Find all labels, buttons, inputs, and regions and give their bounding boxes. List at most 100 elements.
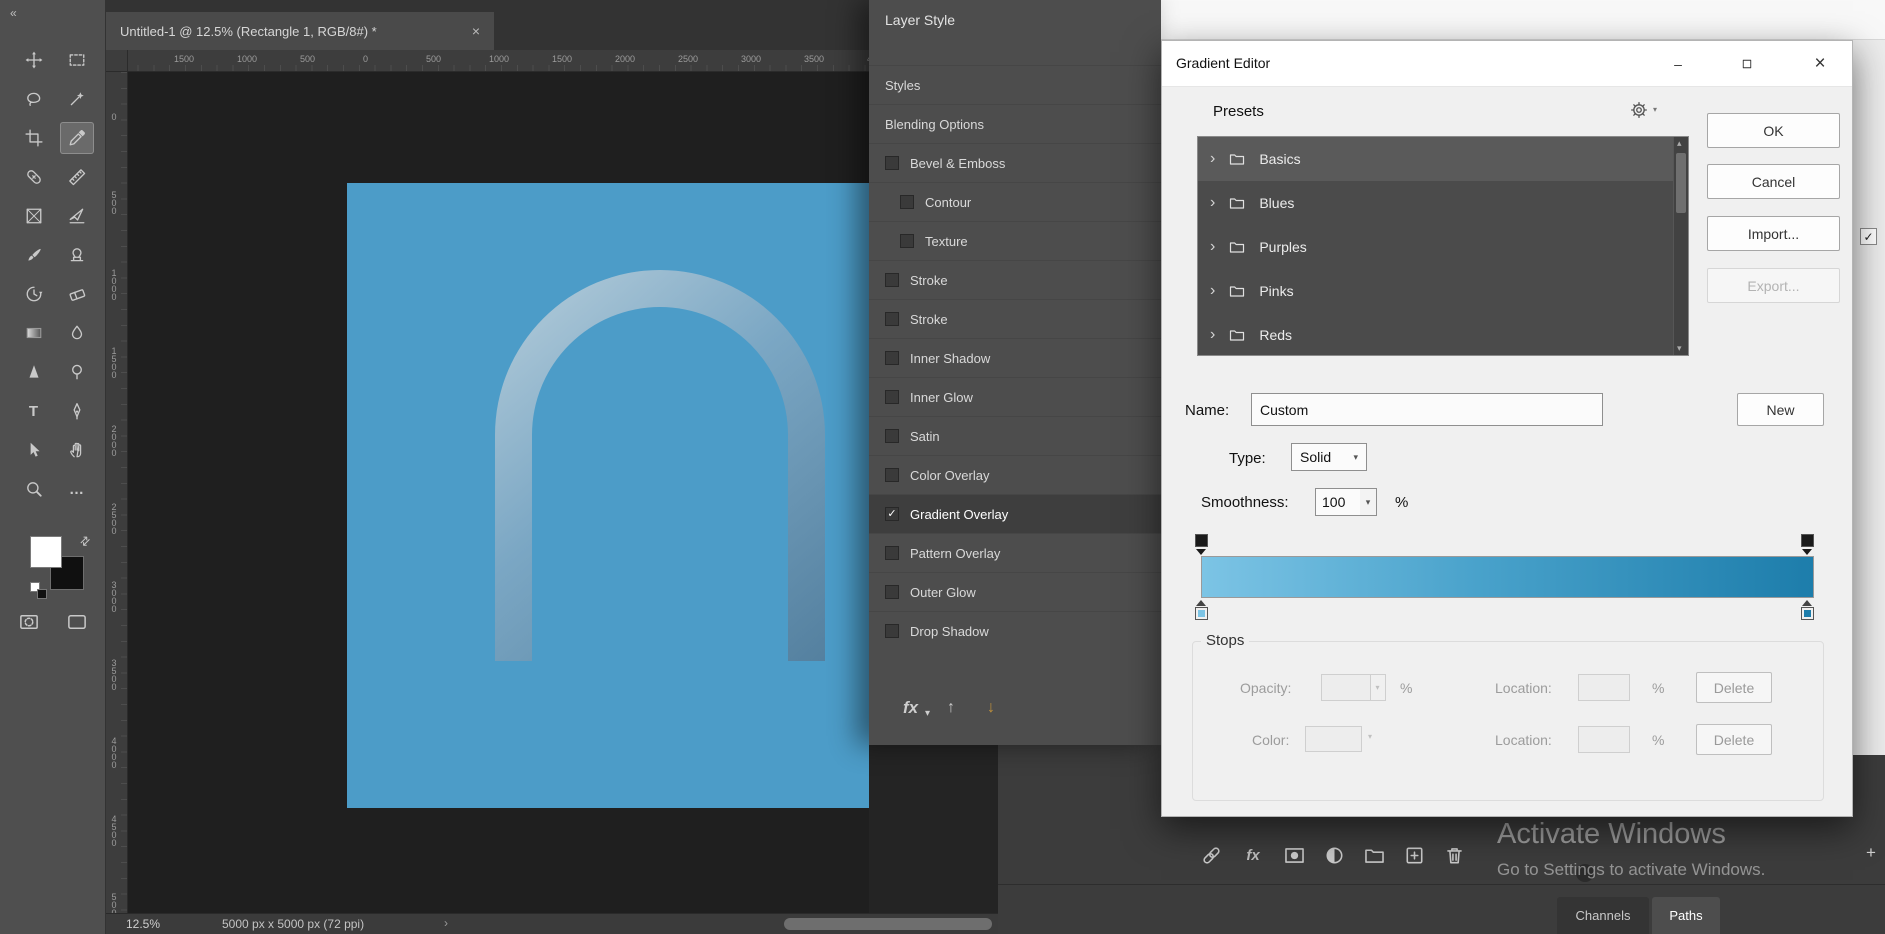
style-item-pattern-overlay[interactable]: Pattern Overlay [869,533,1161,572]
scroll-down-icon[interactable]: ▾ [1677,343,1682,354]
import-button[interactable]: Import... [1707,216,1840,251]
chevron-right-icon[interactable]: › [1210,327,1215,343]
style-item-inner-shadow[interactable]: Inner Shadow [869,338,1161,377]
gradient-tool[interactable] [17,317,51,349]
horizontal-scrollbar-thumb[interactable] [784,918,992,930]
type-tool[interactable]: T [17,395,51,427]
slice-tool[interactable] [60,200,94,232]
style-checkbox[interactable] [885,624,899,638]
gradient-editor-titlebar[interactable]: Gradient Editor – × [1162,41,1852,87]
delete-layer-icon[interactable] [1444,845,1465,866]
ok-button[interactable]: OK [1707,113,1840,148]
new-button[interactable]: New [1737,393,1824,426]
scrollbar-thumb[interactable] [1676,153,1686,213]
style-item-inner-glow[interactable]: Inner Glow [869,377,1161,416]
color-stop-right[interactable] [1801,607,1814,620]
pen-tool[interactable] [60,395,94,427]
cancel-button[interactable]: Cancel [1707,164,1840,199]
foreground-color-swatch[interactable] [30,536,62,568]
window-close-button[interactable]: × [1788,41,1852,87]
zoom-level-field[interactable]: 12.5% [126,917,160,931]
style-checkbox[interactable] [885,156,899,170]
move-effect-down-icon[interactable]: ↓ [987,699,995,717]
style-item-styles[interactable]: Styles [869,65,1161,104]
style-checkbox[interactable] [885,273,899,287]
fx-menu-button[interactable]: fx [903,698,918,718]
adjustment-layer-icon[interactable] [1324,845,1345,866]
more-tools[interactable]: … [60,473,94,505]
brush-tool[interactable] [17,239,51,271]
ruler-tool[interactable] [60,161,94,193]
quick-mask-icon[interactable] [16,612,42,632]
new-group-icon[interactable] [1364,845,1385,866]
collapse-panel-icon[interactable]: « [10,6,17,20]
style-checkbox[interactable] [885,351,899,365]
plus-icon[interactable]: + [1866,843,1876,863]
swap-colors-icon[interactable]: ⇄ [77,532,94,549]
smoothness-input[interactable] [1315,488,1361,516]
marquee-tool[interactable] [60,44,94,76]
dodge-tool[interactable] [60,356,94,388]
smoothness-dropdown-caret[interactable]: ▾ [1360,488,1377,516]
chevron-right-icon[interactable]: › [1210,239,1215,255]
status-options-chevron[interactable]: › [444,916,448,930]
type-dropdown[interactable]: Solid ▾ [1291,443,1367,471]
tab-close-icon[interactable]: × [472,23,480,39]
sharpen-tool[interactable] [17,356,51,388]
clone-stamp-tool[interactable] [60,239,94,271]
presets-scrollbar[interactable]: ▴ ▾ [1673,137,1688,355]
hand-tool[interactable] [60,434,94,466]
layer-mask-icon[interactable] [1284,845,1305,866]
style-item-outer-glow[interactable]: Outer Glow [869,572,1161,611]
artboard[interactable] [347,183,869,808]
tab-channels[interactable]: Channels [1557,897,1649,934]
lasso-tool[interactable] [17,83,51,115]
chevron-right-icon[interactable]: › [1210,283,1215,299]
eraser-tool[interactable] [60,278,94,310]
screen-mode-icon[interactable] [64,612,90,632]
eyedropper-tool[interactable] [59,122,94,154]
preset-folder-basics[interactable]: › Basics [1198,137,1688,181]
opacity-stop-left[interactable] [1195,534,1208,547]
style-checkbox[interactable] [900,195,914,209]
gradient-preview-bar[interactable] [1201,556,1814,598]
tab-paths[interactable]: Paths [1652,897,1720,934]
move-effect-up-icon[interactable]: ↑ [947,699,955,717]
style-item-stroke[interactable]: Stroke [869,260,1161,299]
document-tab[interactable]: Untitled-1 @ 12.5% (Rectangle 1, RGB/8#)… [106,12,494,50]
style-checkbox[interactable] [885,390,899,404]
chevron-right-icon[interactable]: › [1210,151,1215,167]
quick-selection-tool[interactable] [60,83,94,115]
ruler-origin-box[interactable] [106,50,128,72]
path-selection-tool[interactable] [17,434,51,466]
link-icon[interactable] [1201,845,1222,866]
scroll-up-icon[interactable]: ▴ [1677,138,1682,149]
style-checkbox[interactable] [885,468,899,482]
move-tool[interactable] [17,44,51,76]
preset-folder-pinks[interactable]: › Pinks [1198,269,1688,313]
smudge-tool[interactable] [60,317,94,349]
chevron-right-icon[interactable]: › [1210,195,1215,211]
new-layer-icon[interactable] [1404,845,1425,866]
color-stop-left[interactable] [1195,607,1208,620]
style-item-bevel-emboss[interactable]: Bevel & Emboss [869,143,1161,182]
frame-tool[interactable] [17,200,51,232]
gradient-name-input[interactable] [1251,393,1603,426]
style-checkbox[interactable] [885,312,899,326]
opacity-stop-right[interactable] [1801,534,1814,547]
history-brush-tool[interactable] [17,278,51,310]
preset-folder-reds[interactable]: › Reds [1198,313,1688,355]
style-item-gradient-overlay[interactable]: ✓ Gradient Overlay [869,494,1161,533]
style-item-satin[interactable]: Satin [869,416,1161,455]
style-item-contour[interactable]: Contour [869,182,1161,221]
style-item-drop-shadow[interactable]: Drop Shadow [869,611,1161,650]
preset-folder-purples[interactable]: › Purples [1198,225,1688,269]
style-checkbox[interactable] [900,234,914,248]
style-checkbox[interactable] [885,546,899,560]
style-item-color-overlay[interactable]: Color Overlay [869,455,1161,494]
horizontal-ruler[interactable]: 1500100050005001000150020002500300035004… [106,50,869,72]
vertical-ruler[interactable]: 0 500 1000 1500 2000 2500 3000 3500 4000 4500 5000… [106,72,128,913]
layer-fx-icon[interactable]: fx [1241,845,1265,866]
style-item-texture[interactable]: Texture [869,221,1161,260]
window-minimize-button[interactable]: – [1650,41,1706,87]
